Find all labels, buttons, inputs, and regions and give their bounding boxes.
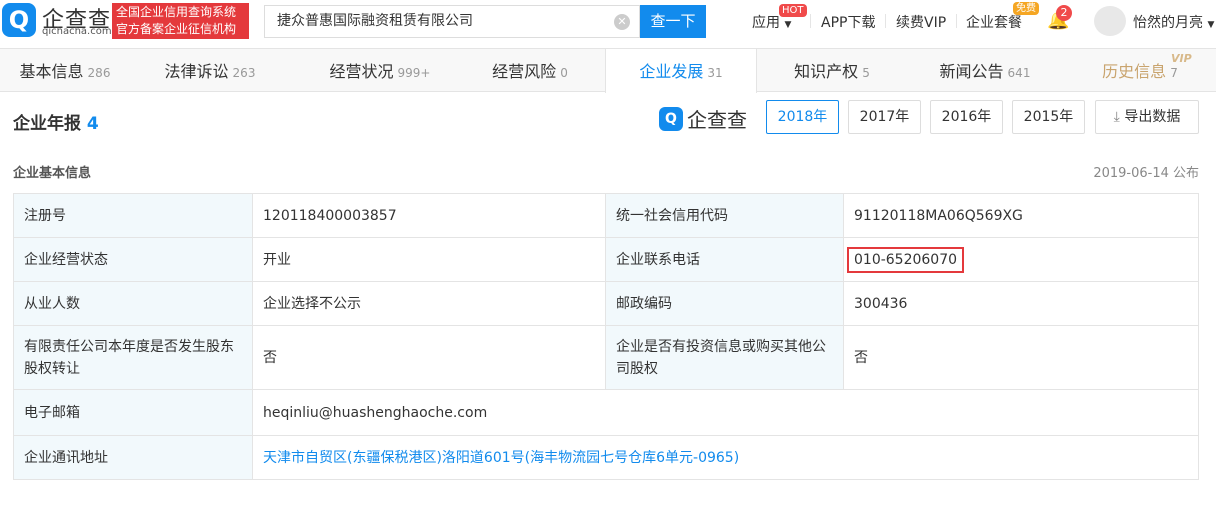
clear-icon[interactable]: ✕: [614, 14, 630, 30]
tab-operation[interactable]: 经营状况 999+: [310, 49, 450, 92]
table-row: 从业人数 企业选择不公示 邮政编码 300436: [13, 281, 1199, 326]
year-2018-button[interactable]: 2018年: [766, 100, 839, 134]
slogan-banner: 全国企业信用查询系统 官方备案企业征信机构: [112, 3, 249, 39]
divider: [810, 14, 811, 28]
publish-date: 2019-06-14 公布: [1093, 166, 1199, 181]
table-row: 注册号 120118400003857 统一社会信用代码 91120118MA06Q5…: [13, 193, 1199, 238]
table-row: 有限责任公司本年度是否发生股东股权转让否企业是否有投资信息或购买其他公司股权否: [13, 325, 1199, 390]
year-2017-button[interactable]: 2017年: [848, 100, 921, 134]
logo-domain: qichacha.com: [42, 26, 112, 37]
search-input[interactable]: 捷众普惠国际融资租赁有限公司: [264, 5, 640, 38]
table-row: 企业经营状态 开业 企业联系电话 010-65206070: [13, 237, 1199, 282]
nav-app-download[interactable]: APP下载: [821, 12, 875, 32]
basic-info-table: 注册号 120118400003857 统一社会信用代码 91120118MA06Q5…: [13, 193, 1199, 480]
tab-ip[interactable]: 知识产权 5: [762, 49, 902, 92]
vip-badge: VIP: [1171, 52, 1192, 65]
address-link[interactable]: 天津市自贸区(东疆保税港区)洛阳道601号(海丰物流园七号仓库6单元-0965): [263, 450, 739, 466]
search-button[interactable]: 查一下: [640, 5, 706, 38]
notification-count: 2: [1056, 5, 1072, 21]
tab-risk[interactable]: 经营风险 0: [460, 49, 600, 92]
section-subtitle: 企业基本信息: [13, 166, 92, 181]
table-row: 企业通讯地址 天津市自贸区(东疆保税港区)洛阳道601号(海丰物流园七号仓库6单元…: [13, 435, 1199, 480]
page-title: 企业年报 4: [13, 114, 99, 134]
nav-apps-label: 应用: [752, 15, 780, 31]
tab-news[interactable]: 新闻公告 641: [915, 49, 1055, 92]
qcc-watermark: Q 企查查: [659, 104, 747, 133]
phone-number: 010-65206070: [847, 246, 965, 273]
user-menu[interactable]: 怡然的月亮 ▼: [1133, 12, 1214, 32]
slogan-line: 全国企业信用查询系统: [116, 5, 237, 19]
caret-down-icon: ▼: [784, 20, 792, 30]
logo-icon: Q: [659, 106, 683, 131]
avatar[interactable]: [1094, 6, 1126, 36]
nav-renew-vip[interactable]: 续费VIP: [896, 12, 946, 32]
divider: [956, 14, 957, 28]
divider: [885, 14, 886, 28]
tab-development[interactable]: 企业发展 31: [605, 49, 757, 93]
username: 怡然的月亮: [1133, 15, 1203, 31]
slogan-line: 官方备案企业征信机构: [116, 22, 237, 36]
email-value: heqinliu@huashenghaoche.com: [252, 389, 1199, 436]
year-2016-button[interactable]: 2016年: [930, 100, 1003, 134]
nav-enterprise-package[interactable]: 企业套餐: [966, 12, 1022, 32]
download-icon: ⤓: [1113, 109, 1120, 125]
free-badge: 免费: [1013, 2, 1039, 15]
hot-badge: HOT: [779, 4, 807, 17]
tab-basic-info[interactable]: 基本信息 286: [0, 49, 130, 92]
table-row: 电子邮箱 heqinliu@huashenghaoche.com: [13, 389, 1199, 436]
year-2015-button[interactable]: 2015年: [1012, 100, 1085, 134]
caret-down-icon: ▼: [1207, 20, 1215, 30]
logo-icon[interactable]: Q: [2, 3, 36, 37]
tab-bar: 基本信息 286 法律诉讼 263 经营状况 999+ 经营风险 0 企业发展 31 知识…: [0, 48, 1216, 93]
tab-legal[interactable]: 法律诉讼 263: [140, 49, 280, 92]
export-button[interactable]: ⤓ 导出数据: [1095, 100, 1199, 134]
